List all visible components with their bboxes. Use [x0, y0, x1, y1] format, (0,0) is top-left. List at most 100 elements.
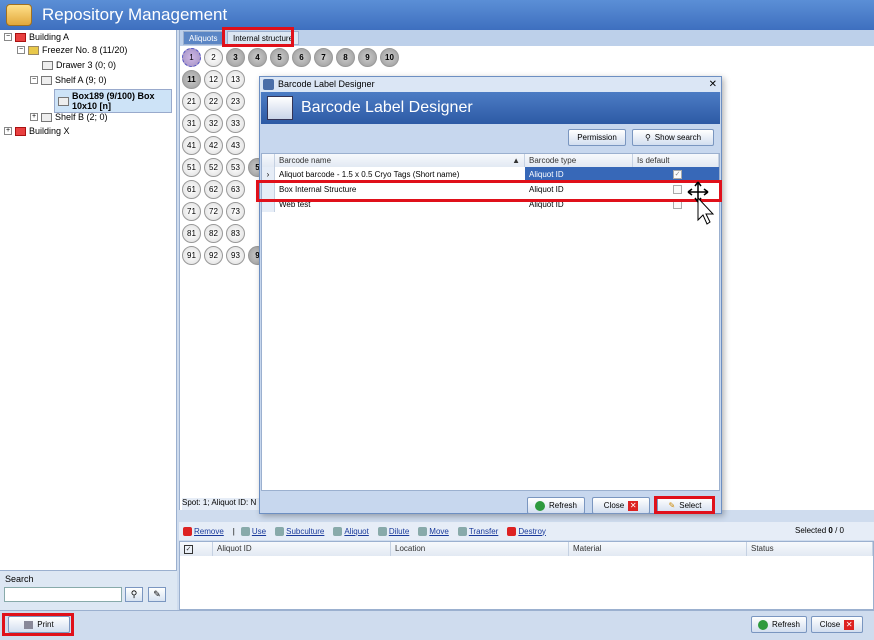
- printer-icon: [24, 620, 34, 629]
- destroy-button[interactable]: Destroy: [507, 526, 546, 536]
- use-button[interactable]: Use: [240, 526, 266, 536]
- grid-cell[interactable]: 7: [314, 48, 333, 67]
- clear-search-button[interactable]: ✎: [148, 587, 166, 602]
- grid-cell[interactable]: 81: [182, 224, 201, 243]
- subculture-button[interactable]: Subculture: [275, 526, 324, 536]
- column-header-status[interactable]: Status: [747, 542, 873, 556]
- grid-cell[interactable]: 53: [226, 158, 245, 177]
- grid-cell[interactable]: 12: [204, 70, 223, 89]
- close-button[interactable]: Close ✕: [811, 616, 863, 633]
- transfer-button[interactable]: Transfer: [457, 526, 498, 536]
- tree-item-shelf-a[interactable]: − Shelf A (9; 0): [30, 75, 107, 85]
- grid-cell[interactable]: 72: [204, 202, 223, 221]
- column-header-is-default[interactable]: Is default: [633, 154, 719, 167]
- tree-item-building-a[interactable]: − Building A: [4, 32, 69, 42]
- grid-cell[interactable]: 62: [204, 180, 223, 199]
- grid-cell[interactable]: 11: [182, 70, 201, 89]
- grid-cell[interactable]: 91: [182, 246, 201, 265]
- select-all-checkbox[interactable]: ✓: [184, 545, 193, 554]
- print-button[interactable]: Print: [8, 616, 70, 633]
- freezer-icon: [28, 45, 39, 55]
- grid-cell[interactable]: 6: [292, 48, 311, 67]
- search-icon: ⚲: [644, 133, 651, 142]
- grid-cell[interactable]: 83: [226, 224, 245, 243]
- refresh-button[interactable]: Refresh: [751, 616, 807, 633]
- table-row[interactable]: › Aliquot barcode - 1.5 x 0.5 Cryo Tags …: [262, 167, 719, 182]
- select-button[interactable]: ✎ Select: [657, 497, 713, 514]
- grid-cell[interactable]: 31: [182, 114, 201, 133]
- grid-cell[interactable]: 3: [226, 48, 245, 67]
- collapse-icon[interactable]: −: [17, 46, 25, 54]
- grid-cell[interactable]: 71: [182, 202, 201, 221]
- dialog-close-button[interactable]: Close ✕: [592, 497, 650, 514]
- grid-cell[interactable]: 10: [380, 48, 399, 67]
- column-header-barcode-type[interactable]: Barcode type: [525, 154, 633, 167]
- tree-item-freezer[interactable]: − Freezer No. 8 (11/20): [17, 45, 127, 55]
- grid-cell[interactable]: 61: [182, 180, 201, 199]
- grid-cell[interactable]: 73: [226, 202, 245, 221]
- is-default-checkbox[interactable]: [673, 185, 682, 194]
- tree-item-box189[interactable]: Box189 (9/100) Box 10x10 [n]: [54, 89, 172, 113]
- column-header-barcode-name[interactable]: Barcode name ▲: [275, 154, 525, 167]
- column-header-material[interactable]: Material: [569, 542, 747, 556]
- building-icon: [15, 32, 26, 42]
- status-bar: Print Refresh Close ✕: [0, 610, 874, 640]
- grid-cell[interactable]: 13: [226, 70, 245, 89]
- tree-item-drawer[interactable]: Drawer 3 (0; 0): [42, 60, 116, 70]
- dialog-refresh-button[interactable]: Refresh: [527, 497, 585, 514]
- grid-cell[interactable]: 63: [226, 180, 245, 199]
- grid-cell[interactable]: 9: [358, 48, 377, 67]
- collapse-icon[interactable]: −: [4, 33, 12, 41]
- tree-item-shelf-b[interactable]: + Shelf B (2; 0): [30, 112, 108, 122]
- column-header-location[interactable]: Location: [391, 542, 569, 556]
- destroy-icon: [507, 526, 517, 536]
- dilute-button[interactable]: Dilute: [377, 526, 409, 536]
- expand-icon[interactable]: +: [4, 127, 12, 135]
- grid-cell[interactable]: 22: [204, 92, 223, 111]
- barcode-grid: Barcode name ▲ Barcode type Is default › …: [261, 153, 720, 491]
- grid-cell[interactable]: 41: [182, 136, 201, 155]
- grid-cell[interactable]: 93: [226, 246, 245, 265]
- permission-button[interactable]: Permission: [568, 129, 626, 146]
- grid-cell[interactable]: 42: [204, 136, 223, 155]
- collapse-icon[interactable]: −: [30, 76, 38, 84]
- grid-cell[interactable]: 92: [204, 246, 223, 265]
- grid-cell[interactable]: 5: [270, 48, 289, 67]
- dialog-close-icon[interactable]: ✕: [709, 77, 717, 92]
- grid-cell[interactable]: 51: [182, 158, 201, 177]
- grid-cell[interactable]: 52: [204, 158, 223, 177]
- select-all-header[interactable]: ✓: [180, 542, 213, 556]
- is-default-checkbox[interactable]: ✓: [673, 170, 682, 179]
- remove-button[interactable]: Remove: [183, 526, 224, 536]
- selected-counter: Selected 0 / 0: [795, 526, 844, 535]
- pencil-icon: ✎: [668, 501, 676, 510]
- tab-aliquots[interactable]: Aliquots: [183, 31, 224, 45]
- app-logo-icon: [6, 4, 32, 26]
- use-icon: [240, 526, 250, 536]
- grid-cell[interactable]: 23: [226, 92, 245, 111]
- grid-cell[interactable]: 4: [248, 48, 267, 67]
- grid-cell[interactable]: 2: [204, 48, 223, 67]
- table-row[interactable]: Box Internal Structure Aliquot ID: [262, 182, 719, 197]
- grid-cell[interactable]: 43: [226, 136, 245, 155]
- is-default-checkbox[interactable]: [673, 200, 682, 209]
- grid-cell[interactable]: 82: [204, 224, 223, 243]
- close-icon: ✕: [628, 500, 639, 511]
- grid-cell[interactable]: 1: [182, 48, 201, 67]
- move-button[interactable]: Move: [418, 526, 449, 536]
- grid-cell[interactable]: 8: [336, 48, 355, 67]
- tree-item-building-x[interactable]: + Building X: [4, 126, 70, 136]
- aliquot-button[interactable]: Aliquot: [333, 526, 369, 536]
- expand-icon[interactable]: +: [30, 113, 38, 121]
- barcode-label-designer-dialog: Barcode Label Designer ✕ Barcode Label D…: [259, 76, 722, 514]
- column-header-aliquot-id[interactable]: Aliquot ID: [213, 542, 391, 556]
- search-input[interactable]: [4, 587, 122, 602]
- show-search-button[interactable]: ⚲ Show search: [632, 129, 714, 146]
- table-row[interactable]: Web test Aliquot ID: [262, 197, 719, 212]
- search-button[interactable]: ⚲: [125, 587, 143, 602]
- grid-cell[interactable]: 32: [204, 114, 223, 133]
- grid-cell[interactable]: 33: [226, 114, 245, 133]
- remove-icon: [183, 526, 192, 536]
- tab-internal-structure[interactable]: Internal structure: [227, 31, 300, 45]
- grid-cell[interactable]: 21: [182, 92, 201, 111]
